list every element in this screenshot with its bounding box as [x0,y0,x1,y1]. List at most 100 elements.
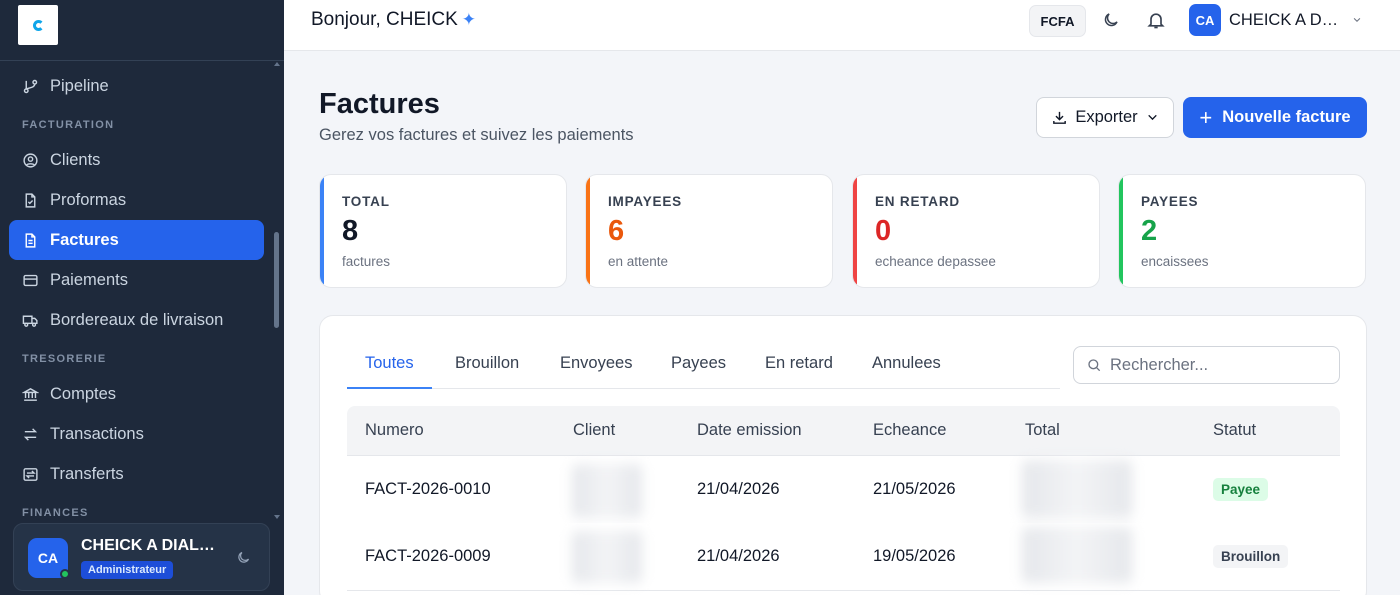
online-status-dot [60,569,70,579]
git-branch-icon [23,79,38,93]
invoice-number[interactable]: FACT-2026-0009 [365,547,491,566]
credit-card-icon [23,274,38,286]
sidebar-item-pipeline[interactable]: Pipeline [9,66,264,106]
column-header-echeance[interactable]: Echeance [873,421,946,440]
stat-label: EN RETARD [875,194,960,209]
invoice-number[interactable]: FACT-2026-0010 [365,480,491,499]
issue-date: 21/04/2026 [697,480,780,498]
user-menu-name[interactable]: CHEICK A DIALLO [1229,11,1341,30]
topbar: Bonjour, CHEICK ✦ FCFA CA CHEICK A DIALL… [284,0,1400,51]
sidebar-item-proformas[interactable]: Proformas [9,180,264,220]
sidebar-item-label: Bordereaux de livraison [50,310,224,329]
sidebar-item-label: Factures [50,230,119,249]
tab-toutes[interactable]: Toutes [365,354,414,373]
greeting: Bonjour, CHEICK ✦ [311,9,476,31]
chevron-down-icon[interactable] [1351,15,1363,25]
sidebar-item-comptes[interactable]: Comptes [9,374,264,414]
stat-value: 6 [608,215,625,247]
scroll-up-arrow-icon[interactable] [274,62,280,66]
stat-label: TOTAL [342,194,390,209]
transfer-icon [23,467,38,481]
stat-label: IMPAYEES [608,194,682,209]
sidebar-item-label: Comptes [50,384,117,403]
sidebar-item-factures[interactable]: Factures [9,220,264,260]
tab-annulees[interactable]: Annulees [872,354,941,373]
section-facturation: FACTURATION [22,119,115,131]
tab-payees[interactable]: Payees [671,354,726,373]
tab-envoyees[interactable]: Envoyees [560,354,632,373]
download-icon [1053,111,1067,124]
company-logo[interactable] [18,5,58,45]
tab-en-retard[interactable]: En retard [765,354,833,373]
chevron-down-icon [1147,114,1157,121]
column-header-client[interactable]: Client [573,421,615,440]
search-icon [1088,359,1101,372]
table-row[interactable] [347,523,1340,591]
tabs-divider [347,388,1060,389]
scroll-down-arrow-icon[interactable] [274,515,280,519]
card-accent-bar [853,175,857,287]
total-redacted [1022,527,1132,583]
stat-value: 0 [875,215,892,247]
export-button[interactable]: Exporter [1036,97,1174,138]
sidebar-item-clients[interactable]: Clients [9,140,264,180]
search-box[interactable] [1073,346,1340,384]
sidebar-item-label: Paiements [50,270,128,289]
logo-mark-icon [32,19,44,31]
stat-subtext: factures [342,254,391,269]
issue-date: 21/04/2026 [697,547,780,565]
stat-subtext: echeance depassee [875,254,996,269]
section-finances: FINANCES [22,507,89,519]
column-header-total[interactable]: Total [1025,421,1060,440]
stat-card-en-retard: EN RETARD 0 echeance depassee [852,174,1100,288]
stat-card-payees: PAYEES 2 encaissees [1118,174,1366,288]
user-circle-icon [23,152,38,168]
tab-brouillon[interactable]: Brouillon [455,354,519,373]
moon-icon[interactable] [236,550,251,565]
due-date: 19/05/2026 [873,547,956,565]
sidebar-scrollbar[interactable] [274,232,279,328]
export-label: Exporter [1075,108,1138,126]
column-header-date-emission[interactable]: Date emission [697,421,802,440]
sidebar-item-label: Transactions [50,424,144,443]
file-check-icon [25,192,36,208]
stat-subtext: encaissees [1141,254,1209,269]
table-row[interactable] [347,456,1340,524]
sidebar-item-transferts[interactable]: Transferts [9,454,264,494]
sidebar-item-label: Pipeline [50,76,109,95]
status-badge: Brouillon [1213,545,1289,568]
client-redacted [572,531,642,583]
stat-card-total: TOTAL 8 factures [319,174,567,288]
truck-icon [22,315,38,327]
sidebar-item-bordereaux[interactable]: Bordereaux de livraison [9,300,264,340]
page-title: Factures [319,88,440,120]
sidebar-divider [0,60,284,61]
bell-icon[interactable] [1146,10,1166,30]
sidebar-item-label: Clients [50,150,101,169]
card-accent-bar [1119,175,1123,287]
currency-button[interactable]: FCFA [1029,5,1086,37]
section-tresorerie: TRESORERIE [22,353,107,365]
user-name: CHEICK A DIALLO [81,537,217,554]
active-tab-indicator [347,387,432,389]
bank-icon [22,387,39,401]
sidebar-user-card[interactable]: CA CHEICK A DIALLO Administrateur [13,523,270,591]
greeting-text: Bonjour, CHEICK [311,9,458,30]
sparkle-icon: ✦ [461,10,477,29]
column-header-statut[interactable]: Statut [1213,421,1256,440]
sidebar-item-label: Proformas [50,190,127,209]
sidebar-item-transactions[interactable]: Transactions [9,414,264,454]
avatar[interactable]: CA [1189,4,1221,36]
search-input[interactable] [1110,355,1330,375]
stat-subtext: en attente [608,254,669,269]
new-invoice-button[interactable]: + Nouvelle facture [1183,97,1367,138]
column-header-numero[interactable]: Numero [365,421,424,440]
stat-value: 8 [342,215,359,247]
client-redacted [572,464,642,518]
new-invoice-label: Nouvelle facture [1222,108,1351,126]
stat-value: 2 [1141,215,1158,247]
arrows-exchange-icon [23,427,38,441]
card-accent-bar [586,175,590,287]
sidebar-item-paiements[interactable]: Paiements [9,260,264,300]
moon-icon[interactable] [1102,11,1120,29]
